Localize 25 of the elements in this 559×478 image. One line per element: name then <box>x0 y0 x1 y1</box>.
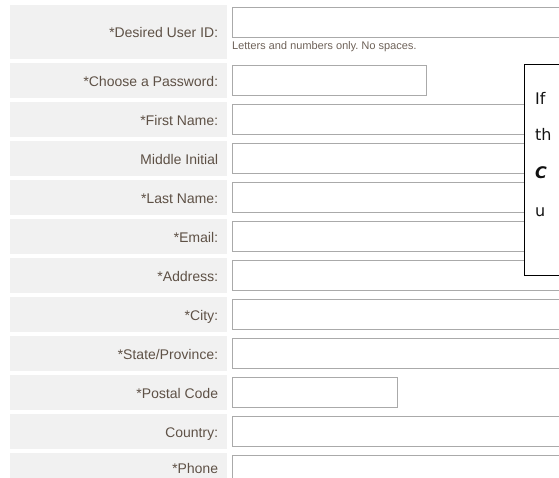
field-label: *City: <box>10 297 227 332</box>
callout-text: C <box>535 162 547 184</box>
field-hint: Letters and numbers only. No spaces. <box>232 40 416 52</box>
field-label: *Phone <box>10 453 227 478</box>
field-label: *Desired User ID: <box>10 5 227 59</box>
field-label: *Address: <box>10 258 227 293</box>
input-field[interactable] <box>232 377 398 408</box>
field-label: Middle Initial <box>10 141 227 176</box>
field-label: Country: <box>10 414 227 449</box>
input-field[interactable] <box>232 7 559 38</box>
input-field[interactable] <box>232 299 559 330</box>
callout-text: u <box>535 200 546 222</box>
input-field[interactable] <box>232 65 427 96</box>
input-field[interactable] <box>232 260 559 291</box>
callout-text: th <box>535 124 552 146</box>
field-label: *Choose a Password: <box>10 63 227 98</box>
input-field[interactable] <box>232 338 559 369</box>
field-label: *Email: <box>10 219 227 254</box>
field-label: *Last Name: <box>10 180 227 215</box>
input-field[interactable] <box>232 455 559 478</box>
field-label: *State/Province: <box>10 336 227 371</box>
field-label: *First Name: <box>10 102 227 137</box>
field-label: *Postal Code <box>10 375 227 410</box>
input-field[interactable] <box>232 416 559 447</box>
callout-text: If <box>535 88 546 110</box>
